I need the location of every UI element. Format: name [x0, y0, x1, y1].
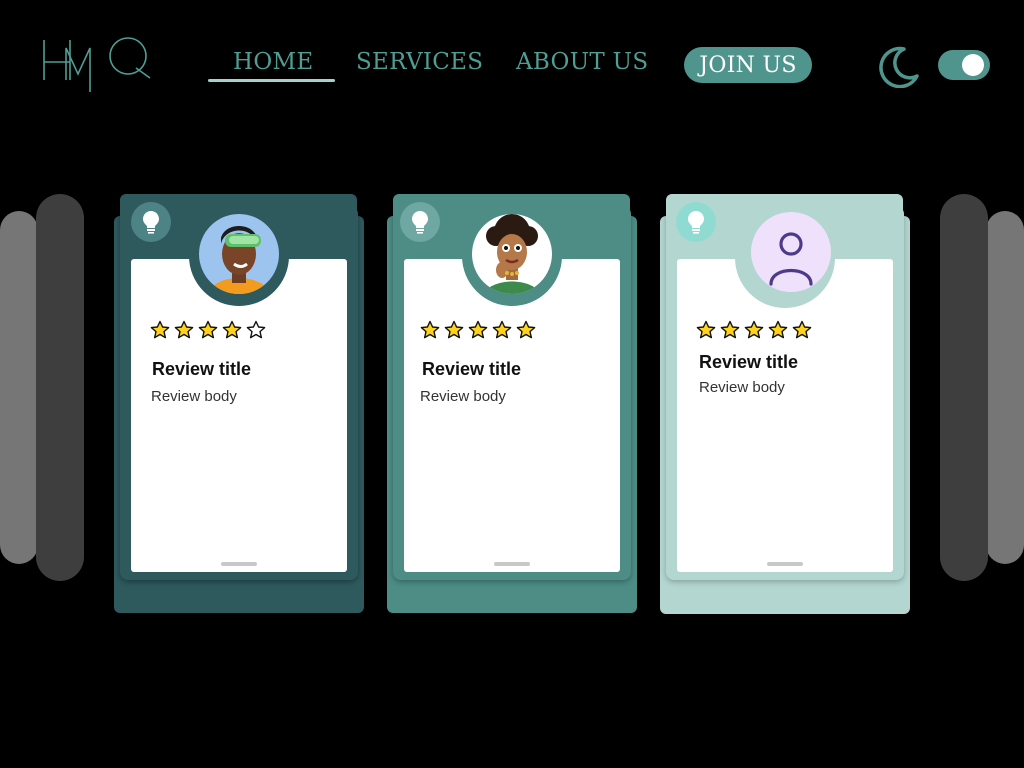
card-handle[interactable]	[221, 562, 257, 566]
review-title: Review title	[152, 359, 252, 379]
star-filled-icon	[744, 320, 764, 339]
toggle-knob	[962, 54, 984, 76]
rating-stars	[696, 320, 812, 340]
star-filled-icon	[696, 320, 716, 339]
star-filled-icon	[768, 320, 788, 339]
rating-stars	[420, 320, 536, 340]
review-body: Review body	[699, 379, 785, 396]
join-us-button[interactable]: JOIN US	[684, 47, 812, 83]
star-filled-icon	[150, 320, 170, 339]
card-handle[interactable]	[494, 562, 530, 566]
star-filled-icon	[516, 320, 536, 339]
rating-stars	[150, 320, 266, 340]
moon-icon[interactable]	[874, 44, 920, 88]
nav-about-us[interactable]: ABOUT US	[516, 46, 648, 78]
nav-active-underline	[208, 79, 335, 82]
lightbulb-icon[interactable]	[676, 202, 716, 242]
side-card-left[interactable]	[36, 194, 84, 581]
review-title: Review title	[422, 359, 522, 379]
lightbulb-icon[interactable]	[400, 202, 440, 242]
side-card-right-far[interactable]	[986, 211, 1024, 564]
star-empty-icon	[246, 320, 266, 339]
star-filled-icon	[198, 320, 218, 339]
side-card-right[interactable]	[940, 194, 988, 581]
avatar-curly-hair-person	[472, 214, 552, 294]
nav-services[interactable]: SERVICES	[356, 46, 483, 78]
review-body: Review body	[420, 388, 506, 405]
logo[interactable]	[40, 34, 152, 94]
star-filled-icon	[222, 320, 242, 339]
star-filled-icon	[444, 320, 464, 339]
star-filled-icon	[174, 320, 194, 339]
star-filled-icon	[792, 320, 812, 339]
nav-home[interactable]: HOME	[233, 46, 313, 78]
star-filled-icon	[492, 320, 512, 339]
side-card-left-far[interactable]	[0, 211, 38, 564]
card-handle[interactable]	[767, 562, 803, 566]
lightbulb-icon[interactable]	[131, 202, 171, 242]
star-filled-icon	[468, 320, 488, 339]
star-filled-icon	[720, 320, 740, 339]
star-filled-icon	[420, 320, 440, 339]
avatar-placeholder-person	[751, 212, 831, 292]
avatar-vr-headset-person	[199, 214, 279, 294]
review-body: Review body	[151, 388, 237, 405]
review-title: Review title	[699, 352, 799, 372]
theme-toggle[interactable]	[938, 50, 990, 80]
